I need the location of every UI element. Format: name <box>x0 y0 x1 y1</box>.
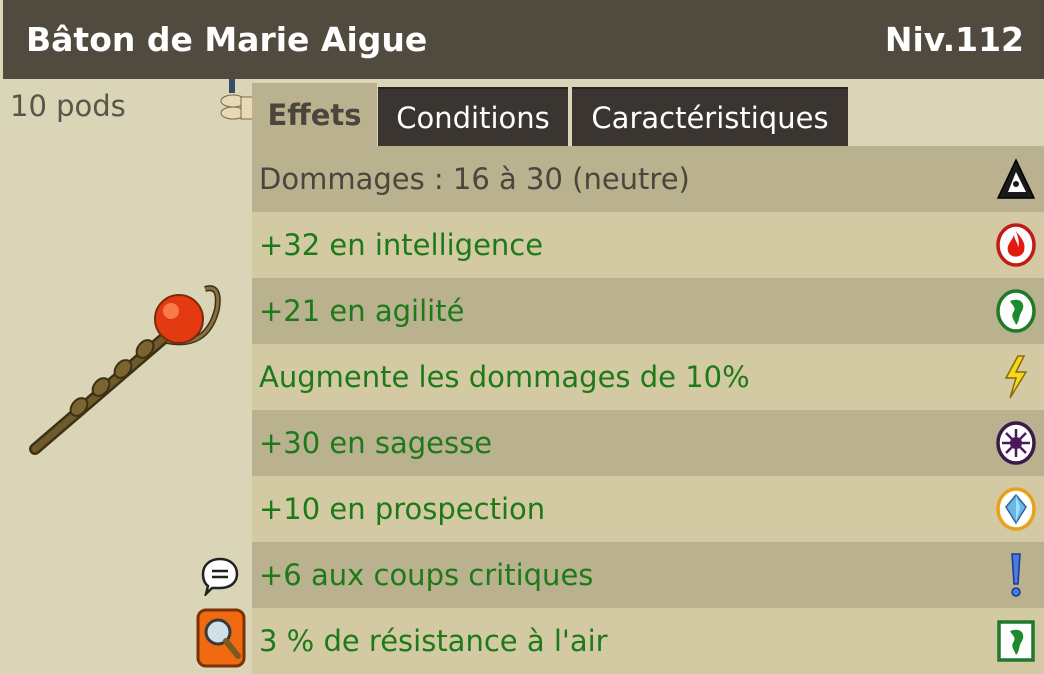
effect-text: Dommages : 16 à 30 (neutre) <box>259 162 690 196</box>
fire-element-icon <box>996 222 1036 268</box>
effect-text: +6 aux coups critiques <box>259 558 594 592</box>
effect-row: +10 en prospection <box>252 476 1044 542</box>
effect-row: Dommages : 16 à 30 (neutre) <box>252 146 1044 212</box>
chat-bubble-icon[interactable] <box>200 556 240 596</box>
effect-row: +30 en sagesse <box>252 410 1044 476</box>
item-preview-panel: 10 pods <box>3 79 253 674</box>
effect-text: +32 en intelligence <box>259 228 544 262</box>
staff-item-image <box>29 285 221 455</box>
air-element-icon <box>996 288 1036 334</box>
item-tabs: Effets Conditions Caractéristiques <box>252 79 1044 146</box>
tab-conditions[interactable]: Conditions <box>378 87 568 146</box>
item-weight: 10 pods <box>10 89 126 123</box>
effect-text: 3 % de résistance à l'air <box>259 624 608 658</box>
critical-exclamation-icon <box>996 552 1036 598</box>
prospecting-icon <box>996 486 1036 532</box>
lightning-damage-icon <box>996 354 1036 400</box>
item-name: Bâton de Marie Aigue <box>26 20 428 59</box>
effect-row: +6 aux coups critiques <box>252 542 1044 608</box>
effect-row: 3 % de résistance à l'air <box>252 608 1044 674</box>
neutral-element-icon <box>996 156 1036 202</box>
effect-text: +30 en sagesse <box>259 426 493 460</box>
wisdom-icon <box>996 420 1036 466</box>
magnifier-search-icon[interactable] <box>196 608 246 668</box>
effect-row: +21 en agilité <box>252 278 1044 344</box>
effects-list: Dommages : 16 à 30 (neutre) +32 en intel… <box>252 146 1044 674</box>
equip-hand-icon[interactable] <box>213 79 253 129</box>
tab-caracteristiques[interactable]: Caractéristiques <box>572 87 848 146</box>
effect-row: +32 en intelligence <box>252 212 1044 278</box>
air-resistance-icon <box>996 618 1036 664</box>
effect-text: +10 en prospection <box>259 492 546 526</box>
effect-text: Augmente les dommages de 10% <box>259 360 750 394</box>
item-level: Niv.112 <box>884 20 1024 59</box>
tab-effets[interactable]: Effets <box>252 83 377 146</box>
effect-row: Augmente les dommages de 10% <box>252 344 1044 410</box>
effect-text: +21 en agilité <box>259 294 465 328</box>
item-title-bar: Bâton de Marie Aigue Niv.112 <box>3 0 1044 79</box>
